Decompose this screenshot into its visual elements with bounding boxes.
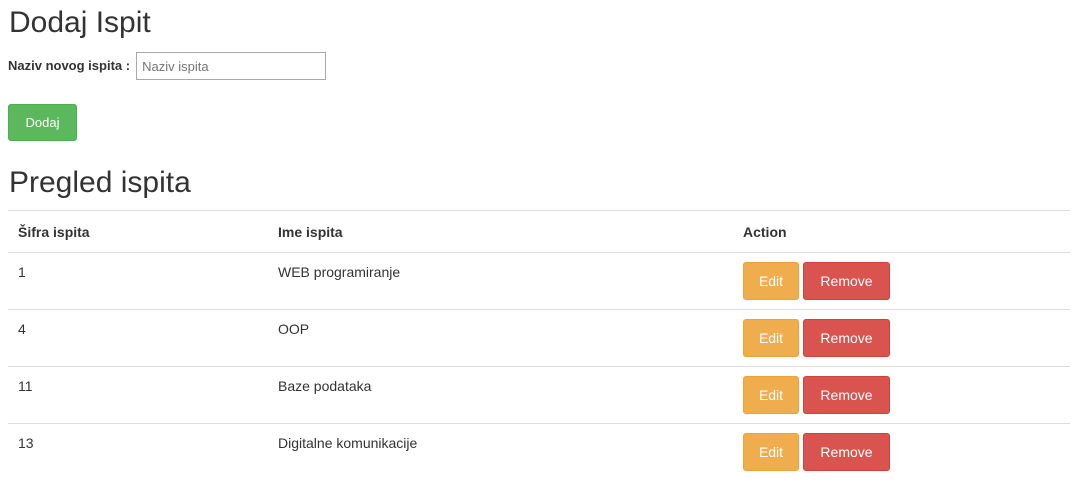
exam-name-cell: WEB programiranje (268, 252, 733, 310)
row-actions: Edit Remove (743, 367, 1060, 414)
column-header-name: Ime ispita (268, 210, 733, 253)
add-exam-form: Naziv novog ispita : (8, 52, 327, 80)
remove-button[interactable]: Remove (803, 376, 890, 414)
table-body: 1 WEB programiranje Edit Remove 4 OOP Ed… (8, 252, 1070, 480)
add-exam-button[interactable]: Dodaj (8, 104, 77, 141)
exam-id: 13 (18, 435, 34, 451)
edit-button[interactable]: Edit (743, 433, 799, 471)
exam-name-label: Naziv novog ispita : (8, 58, 131, 73)
exam-id: 1 (18, 264, 26, 280)
column-header-action: Action (733, 210, 1070, 253)
row-actions: Edit Remove (743, 310, 1060, 357)
exam-name: WEB programiranje (278, 264, 401, 280)
exam-name: Digitalne komunikacije (278, 435, 418, 451)
exam-actions-cell: Edit Remove (733, 252, 1070, 310)
table-row: 4 OOP Edit Remove (8, 309, 1070, 367)
remove-button[interactable]: Remove (803, 319, 890, 357)
remove-button[interactable]: Remove (803, 262, 890, 300)
exam-actions-cell: Edit Remove (733, 309, 1070, 367)
exam-name: Baze podataka (278, 378, 372, 394)
edit-button[interactable]: Edit (743, 262, 799, 300)
table-row: 11 Baze podataka Edit Remove (8, 366, 1070, 424)
exam-name-cell: Digitalne komunikacije (268, 423, 733, 480)
exam-id-cell: 13 (8, 423, 268, 480)
exam-id: 4 (18, 321, 26, 337)
edit-button[interactable]: Edit (743, 376, 799, 414)
exam-name: OOP (278, 321, 310, 337)
exam-name-cell: Baze podataka (268, 366, 733, 424)
exam-actions-cell: Edit Remove (733, 366, 1070, 424)
exam-actions-cell: Edit Remove (733, 423, 1070, 480)
exam-name-input[interactable] (136, 52, 327, 80)
remove-button[interactable]: Remove (803, 433, 890, 471)
table-header-row: Šifra ispita Ime ispita Action (8, 210, 1070, 253)
column-header-id: Šifra ispita (8, 210, 268, 253)
add-exam-title: Dodaj Ispit (9, 6, 151, 39)
table-row: 13 Digitalne komunikacije Edit Remove (8, 423, 1070, 480)
exam-overview-title: Pregled ispita (9, 166, 191, 199)
table-row: 1 WEB programiranje Edit Remove (8, 252, 1070, 310)
exams-table: Šifra ispita Ime ispita Action 1 WEB pro… (8, 210, 1070, 480)
exam-id-cell: 4 (8, 309, 268, 367)
edit-button[interactable]: Edit (743, 319, 799, 357)
table-header: Šifra ispita Ime ispita Action (8, 210, 1070, 253)
exam-id-cell: 1 (8, 252, 268, 310)
row-actions: Edit Remove (743, 424, 1060, 471)
row-actions: Edit Remove (743, 253, 1060, 300)
exam-id: 11 (18, 378, 33, 394)
exam-id-cell: 11 (8, 366, 268, 424)
exam-name-cell: OOP (268, 309, 733, 367)
